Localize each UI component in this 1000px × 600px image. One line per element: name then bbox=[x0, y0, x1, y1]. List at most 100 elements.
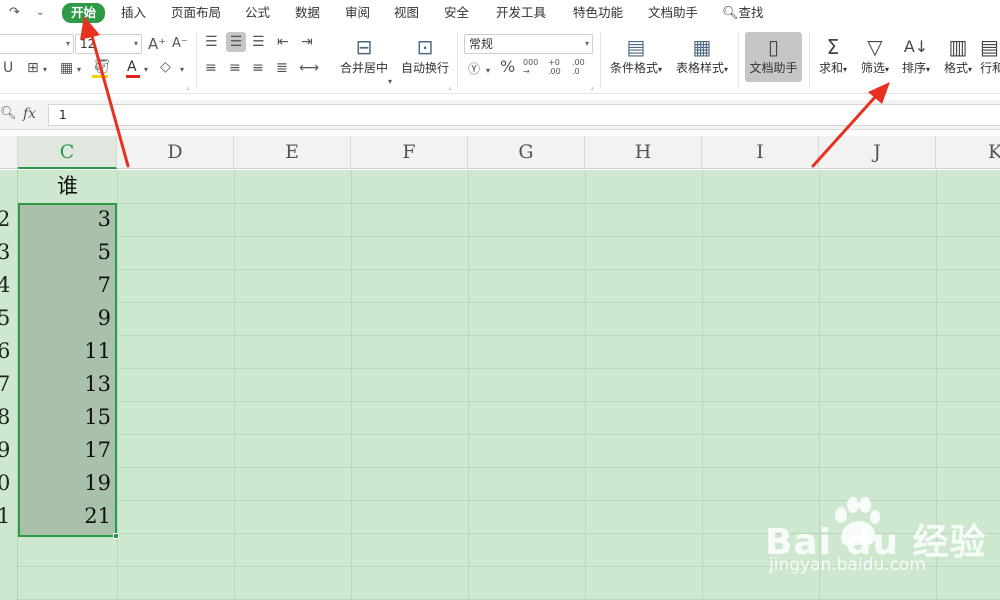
column-header-c[interactable]: C bbox=[18, 136, 117, 169]
merge-center-button[interactable]: ⊟ 合并居中 bbox=[334, 34, 394, 76]
sort-button[interactable]: A↓ 排序▾ bbox=[896, 34, 936, 76]
search-button[interactable]: 🔍︎查找 bbox=[722, 4, 764, 22]
font-dialog-launcher-icon[interactable]: ⌟ bbox=[186, 82, 190, 91]
column-header-h[interactable]: H bbox=[585, 136, 702, 169]
tab-developer[interactable]: 开发工具 bbox=[496, 4, 546, 22]
chevron-down-icon[interactable]: ▾ bbox=[388, 74, 392, 90]
column-header-k[interactable]: K bbox=[936, 136, 1000, 169]
tab-features[interactable]: 特色功能 bbox=[573, 4, 623, 22]
tab-view[interactable]: 视图 bbox=[394, 4, 419, 22]
fill-color-icon[interactable]: 🪣︎ bbox=[93, 59, 111, 75]
number-format-select[interactable]: 常规 ▾ bbox=[464, 34, 593, 54]
currency-icon[interactable]: Ⓨ bbox=[468, 61, 480, 77]
tab-review[interactable]: 审阅 bbox=[345, 4, 370, 22]
tab-data[interactable]: 数据 bbox=[295, 4, 320, 22]
row-header[interactable]: 5 bbox=[0, 302, 18, 335]
cell-c[interactable]: 9 bbox=[18, 302, 117, 335]
font-size-select[interactable]: 12 ▾ bbox=[75, 34, 142, 54]
row-header[interactable]: 1 bbox=[0, 500, 18, 533]
decrease-decimal-icon[interactable]: .00.0 bbox=[572, 58, 585, 76]
chevron-down-icon[interactable]: ▾ bbox=[486, 63, 490, 79]
column-header-f[interactable]: F bbox=[351, 136, 468, 169]
fill-handle[interactable] bbox=[113, 533, 119, 539]
chevron-down-icon[interactable]: ▾ bbox=[144, 62, 148, 78]
wrap-text-label: 自动换行 bbox=[400, 61, 449, 75]
row-header[interactable]: 0 bbox=[0, 467, 18, 500]
conditional-format-icon: ▤ bbox=[626, 35, 646, 59]
font-color-icon[interactable]: A bbox=[127, 59, 137, 75]
increase-indent-icon[interactable]: ⇥ bbox=[301, 34, 313, 50]
cell-c-header[interactable]: 谁 bbox=[18, 170, 117, 203]
doc-helper-label: 文档助手 bbox=[749, 61, 798, 75]
column-header-i[interactable]: I bbox=[702, 136, 819, 169]
chevron-down-icon[interactable]: ▾ bbox=[77, 62, 81, 78]
tab-page-layout[interactable]: 页面布局 bbox=[171, 4, 221, 22]
row-col-button[interactable]: ▤ 行和 bbox=[980, 34, 1000, 76]
row-header[interactable]: 3 bbox=[0, 236, 18, 269]
column-header-j[interactable]: J bbox=[819, 136, 936, 169]
chevron-down-icon: ▾ bbox=[843, 65, 848, 74]
formula-input[interactable]: 1 bbox=[48, 104, 1000, 126]
cell-c[interactable]: 21 bbox=[18, 500, 117, 533]
font-name-select[interactable]: ▾ bbox=[0, 34, 74, 54]
redo-icon[interactable]: ↷ bbox=[9, 5, 20, 20]
format-button[interactable]: ▥ 格式▾ bbox=[938, 34, 978, 76]
row-header[interactable]: 2 bbox=[0, 203, 18, 236]
chevron-down-icon[interactable]: ▾ bbox=[43, 62, 47, 78]
align-right-icon[interactable]: ≡ bbox=[252, 60, 264, 76]
chevron-down-icon: ▾ bbox=[724, 65, 729, 74]
justify-icon[interactable]: ≣ bbox=[276, 60, 288, 76]
tab-start[interactable]: 开始 bbox=[62, 3, 106, 23]
decrease-font-icon[interactable]: A⁻ bbox=[172, 36, 188, 52]
underline-icon[interactable]: U bbox=[3, 60, 13, 76]
table-style-button[interactable]: ▦ 表格样式▾ bbox=[672, 34, 732, 76]
distribute-icon[interactable]: ⟷ bbox=[299, 60, 319, 76]
row-header[interactable]: 8 bbox=[0, 401, 18, 434]
thousands-separator-icon[interactable]: 000 → bbox=[523, 58, 538, 76]
tab-insert[interactable]: 插入 bbox=[121, 4, 146, 22]
align-bottom-icon[interactable]: ☰ bbox=[252, 34, 265, 50]
clear-format-icon[interactable]: ◇ bbox=[160, 59, 171, 75]
quick-access-dropdown-icon[interactable]: ⌄ bbox=[36, 7, 44, 18]
tab-doc-helper[interactable]: 文档助手 bbox=[648, 4, 698, 22]
conditional-format-button[interactable]: ▤ 条件格式▾ bbox=[606, 34, 666, 76]
chevron-down-icon[interactable]: ▾ bbox=[180, 62, 184, 78]
cell-c[interactable]: 11 bbox=[18, 335, 117, 368]
corner-cell[interactable] bbox=[0, 136, 18, 169]
cell-c[interactable]: 7 bbox=[18, 269, 117, 302]
row-header[interactable] bbox=[0, 170, 18, 203]
number-dialog-launcher-icon[interactable]: ⌟ bbox=[590, 82, 594, 91]
percent-icon[interactable]: % bbox=[500, 59, 515, 75]
alignment-dialog-launcher-icon[interactable]: ⌟ bbox=[448, 82, 452, 91]
filter-button[interactable]: ▽ 筛选▾ bbox=[855, 34, 895, 76]
align-middle-icon[interactable]: ☰ bbox=[226, 32, 246, 52]
cell-c[interactable]: 19 bbox=[18, 467, 117, 500]
row-header[interactable]: 4 bbox=[0, 269, 18, 302]
cell-c[interactable]: 13 bbox=[18, 368, 117, 401]
doc-helper-button[interactable]: ▯ 文档助手 bbox=[745, 32, 802, 82]
cell-c[interactable]: 5 bbox=[18, 236, 117, 269]
column-header-g[interactable]: G bbox=[468, 136, 585, 169]
row-header[interactable]: 7 bbox=[0, 368, 18, 401]
decrease-indent-icon[interactable]: ⇤ bbox=[277, 34, 289, 50]
column-header-d[interactable]: D bbox=[117, 136, 234, 169]
align-center-icon[interactable]: ≡ bbox=[229, 60, 241, 76]
cell-c[interactable]: 15 bbox=[18, 401, 117, 434]
row-header[interactable]: 6 bbox=[0, 335, 18, 368]
increase-decimal-icon[interactable]: +0.00 bbox=[548, 58, 561, 76]
border-icon[interactable]: ⊞ bbox=[27, 60, 39, 76]
row-header[interactable]: 9 bbox=[0, 434, 18, 467]
wrap-text-button[interactable]: ⊡ 自动换行 bbox=[398, 34, 452, 76]
cell-fill-pattern-icon[interactable]: ▦ bbox=[60, 60, 73, 76]
align-top-icon[interactable]: ☰ bbox=[205, 34, 218, 50]
align-left-icon[interactable]: ≡ bbox=[205, 60, 217, 76]
sum-button[interactable]: Σ 求和▾ bbox=[814, 34, 852, 76]
cell-c[interactable]: 17 bbox=[18, 434, 117, 467]
column-header-e[interactable]: E bbox=[234, 136, 351, 169]
zoom-formula-icon[interactable]: 🔍︎ bbox=[0, 106, 17, 121]
tab-formula[interactable]: 公式 bbox=[245, 4, 270, 22]
increase-font-icon[interactable]: A⁺ bbox=[148, 36, 166, 52]
cell-c[interactable]: 3 bbox=[18, 203, 117, 236]
tab-security[interactable]: 安全 bbox=[444, 4, 469, 22]
fx-icon[interactable]: fx bbox=[23, 106, 36, 122]
